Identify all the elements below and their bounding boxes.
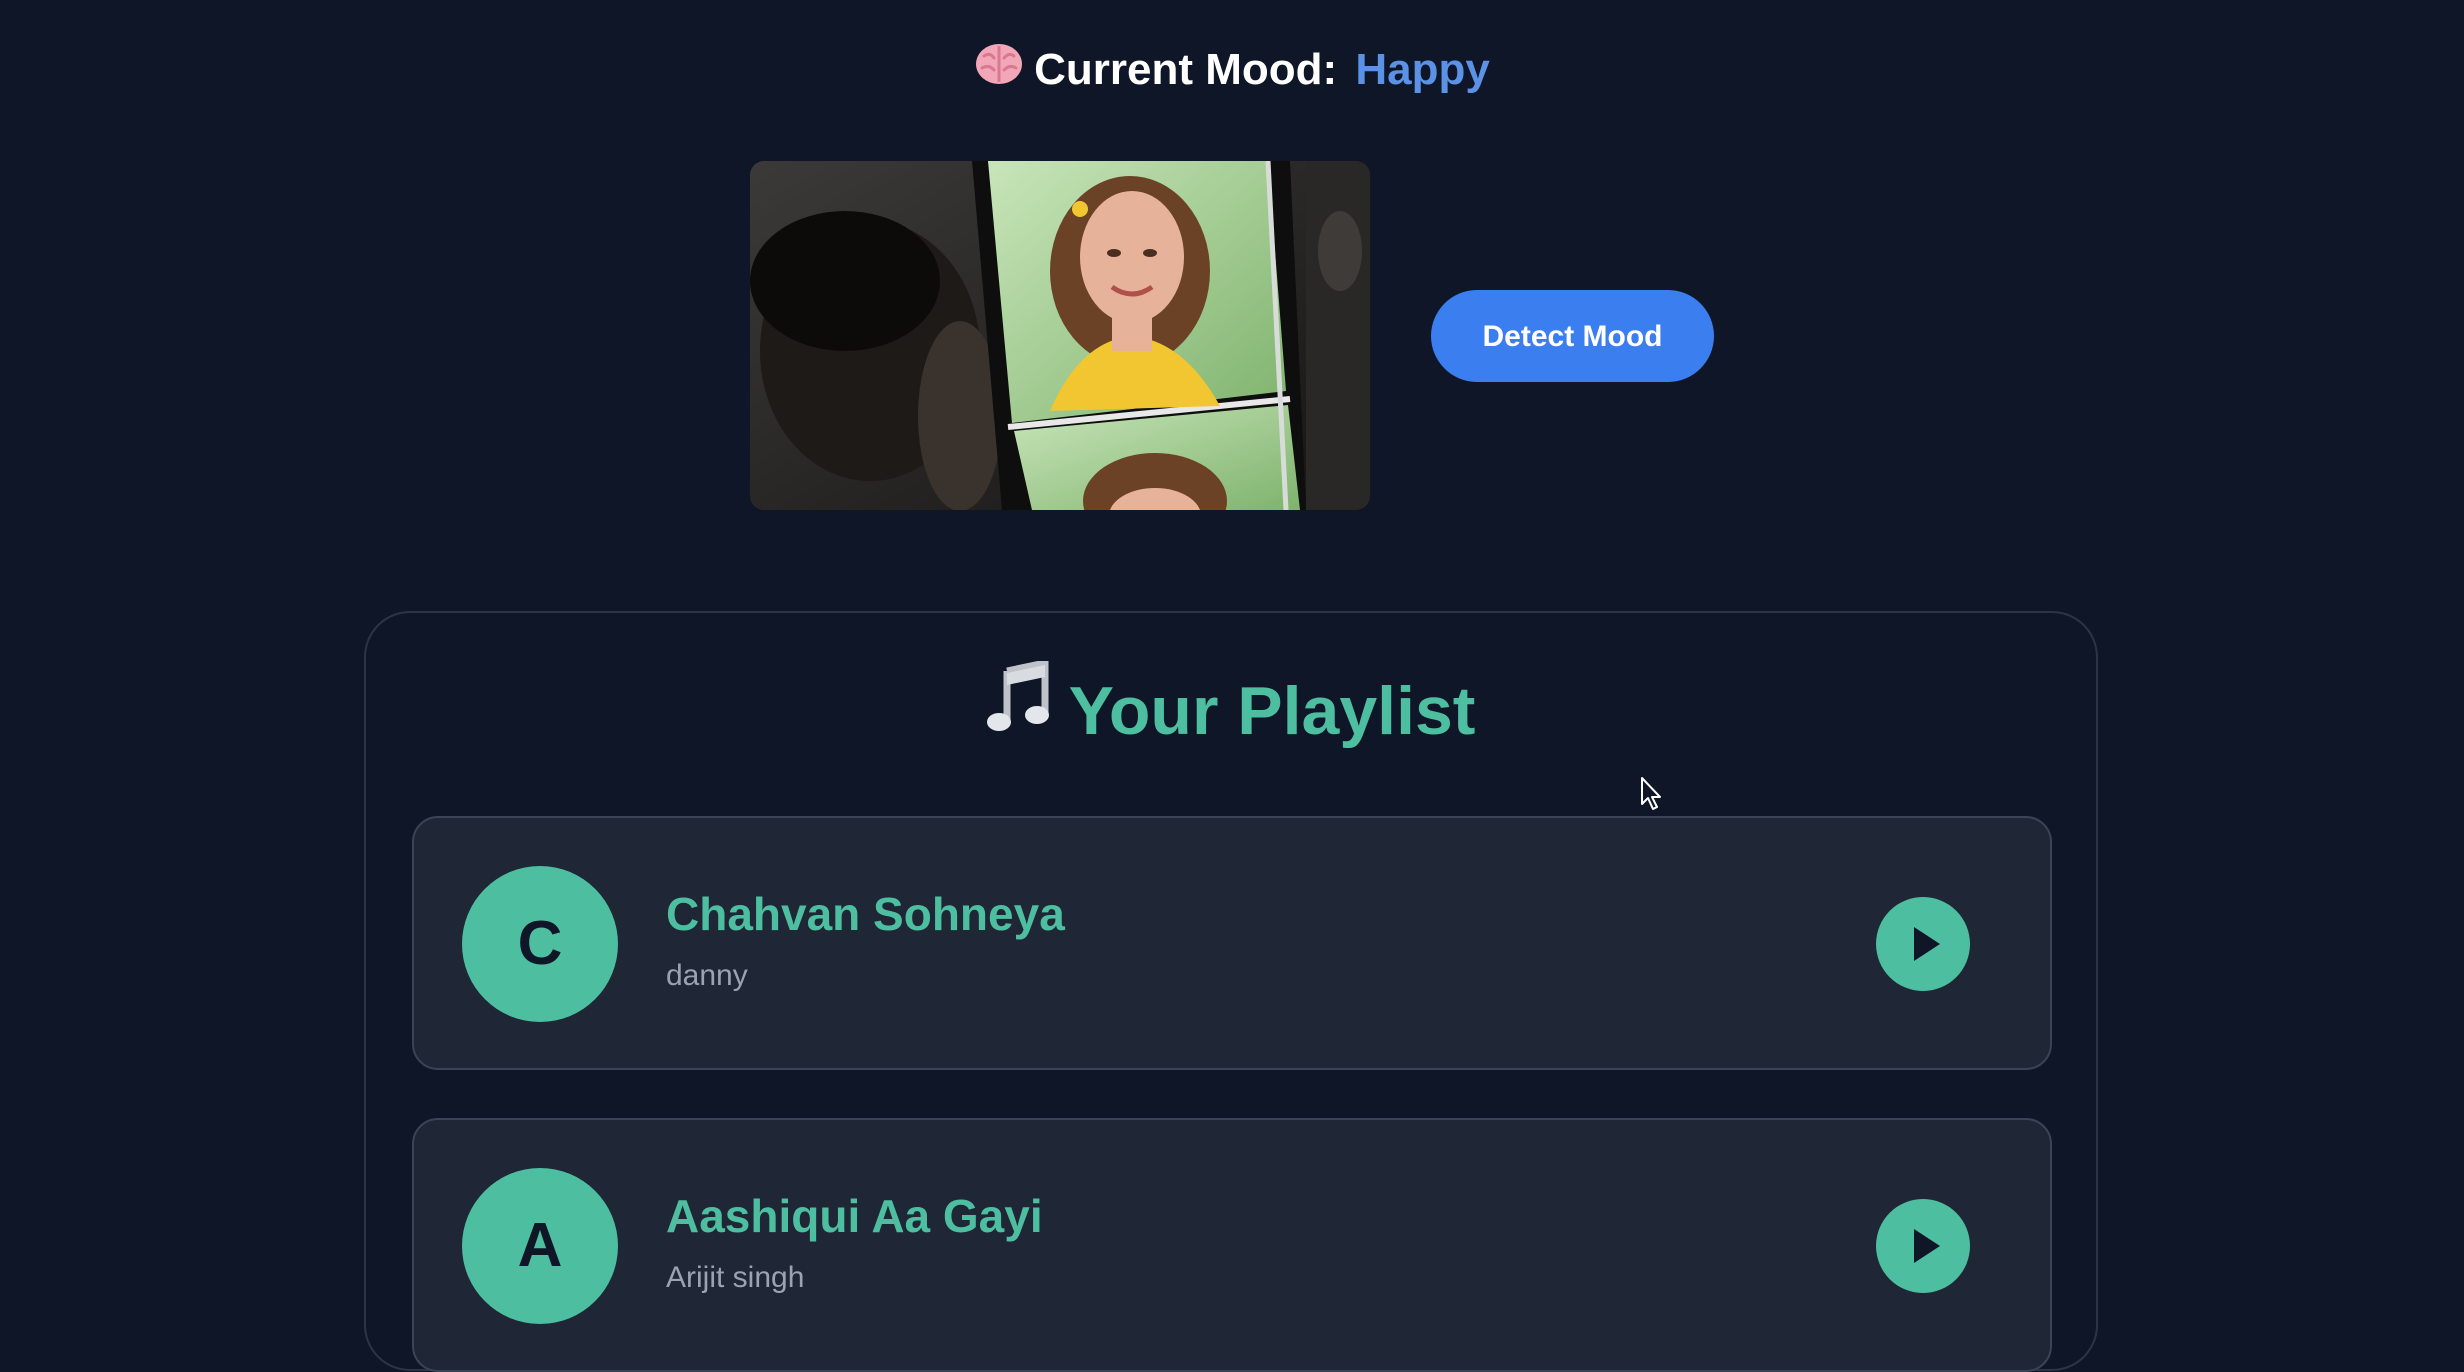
playlist-heading: Your Playlist: [366, 658, 2096, 766]
song-artist: Arijit singh: [666, 1261, 805, 1294]
song-avatar: C: [462, 866, 618, 1022]
play-icon: [1914, 1229, 1940, 1263]
song-card[interactable]: A Aashiqui Aa Gayi Arijit singh: [412, 1118, 2052, 1372]
webcam-feed: [750, 161, 1370, 510]
mood-value: Happy: [1355, 45, 1490, 94]
song-card[interactable]: C Chahvan Sohneya danny: [412, 816, 2052, 1070]
playlist-title: Your Playlist: [1068, 673, 1476, 749]
play-icon: [1914, 927, 1940, 961]
detect-mood-button[interactable]: Detect Mood: [1431, 290, 1714, 382]
music-note-icon: [986, 658, 1051, 760]
current-mood-heading: Current Mood: Happy: [0, 38, 2464, 104]
mood-label: Current Mood:: [1034, 45, 1338, 94]
song-avatar: A: [462, 1168, 618, 1324]
song-title: Aashiqui Aa Gayi: [666, 1190, 1043, 1242]
song-artist: danny: [666, 959, 748, 992]
play-button[interactable]: [1876, 1199, 1970, 1293]
play-button[interactable]: [1876, 897, 1970, 991]
mouse-cursor-icon: [1640, 776, 1664, 812]
song-title: Chahvan Sohneya: [666, 888, 1065, 940]
playlist-panel: Your Playlist C Chahvan Sohneya danny A …: [364, 611, 2098, 1372]
brain-icon: [974, 40, 1024, 104]
